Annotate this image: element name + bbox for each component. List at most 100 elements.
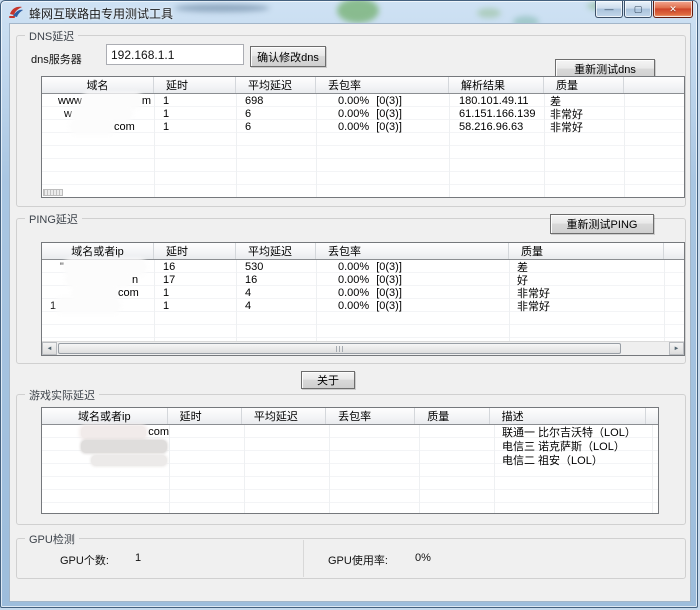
game-col-domain[interactable]: 域名或者ip <box>42 408 168 424</box>
gpu-group-label: GPU检测 <box>25 531 79 547</box>
close-button[interactable]: ✕ <box>653 1 693 18</box>
desc-cell: 电信三 诺克萨斯（LOL） <box>502 441 625 453</box>
dns-server-input[interactable] <box>106 44 244 65</box>
avg-cell: 698 <box>245 94 264 107</box>
domain-cell: " <box>42 260 154 273</box>
loss-cell: 0.00% [0(3)] <box>338 120 402 133</box>
game-table-header: 域名或者ip 延时 平均延迟 丢包率 质量 描述 <box>42 408 658 425</box>
loss-cell <box>329 453 419 467</box>
delay-cell: 1 <box>163 120 170 133</box>
maximize-button[interactable]: ▢ <box>624 1 652 18</box>
dns-col-quality[interactable]: 质量 <box>544 77 624 93</box>
game-col-avg[interactable]: 平均延迟 <box>242 408 327 424</box>
quality-cell: 差 <box>517 261 528 274</box>
gpu-count-label: GPU个数: <box>60 555 109 567</box>
ping-col-filler <box>664 243 684 259</box>
quality-cell: 非常好 <box>517 300 550 313</box>
about-button[interactable]: 关于 <box>301 371 355 389</box>
ping-table: 域名或者ip 延时 平均延迟 丢包率 质量 " 16 530 0.00% [0(… <box>41 242 685 356</box>
domain-cell: com <box>42 286 154 299</box>
redaction-blur <box>58 300 119 311</box>
dns-table-row[interactable]: www m 1 698 0.00% [0(3)] 180.101.49.11 差 <box>42 94 684 108</box>
quality-cell: 非常好 <box>550 121 583 134</box>
game-table: 域名或者ip 延时 平均延迟 丢包率 质量 描述 com 联通一 比尔吉沃特（L… <box>41 407 659 514</box>
redaction-blur <box>68 274 130 285</box>
horizontal-scrollbar[interactable]: ◄ ► <box>42 341 684 355</box>
retest-ping-button[interactable]: 重新测试PING <box>550 214 654 234</box>
loss-cell <box>329 425 419 439</box>
dns-group-label: DNS延迟 <box>25 28 79 44</box>
delay-cell: 16 <box>163 260 176 273</box>
quality-cell <box>419 425 494 439</box>
title-bar[interactable]: 蜂网互联路由专用测试工具 — ▢ ✕ <box>1 1 697 28</box>
ping-table-row[interactable]: n 17 16 0.00% [0(3)] 好 <box>42 273 684 287</box>
ping-col-delay[interactable]: 延时 <box>154 243 236 259</box>
close-icon: ✕ <box>669 3 677 14</box>
game-col-delay[interactable]: 延时 <box>168 408 242 424</box>
avg-cell: 4 <box>245 286 252 299</box>
domain-cell: n <box>42 273 154 286</box>
confirm-dns-button[interactable]: 确认修改dns <box>250 46 326 67</box>
delay-cell <box>169 453 244 467</box>
window-controls: — ▢ ✕ <box>594 1 693 18</box>
game-col-quality[interactable]: 质量 <box>415 408 490 424</box>
minimize-button[interactable]: — <box>595 1 623 18</box>
game-table-row[interactable]: 电信二 祖安（LOL） <box>42 453 658 467</box>
game-col-loss[interactable]: 丢包率 <box>326 408 416 424</box>
domain-cell <box>42 453 169 467</box>
dns-col-domain[interactable]: 域名 <box>42 77 154 93</box>
titlebar-blur-artifact <box>337 1 379 23</box>
avg-cell <box>244 453 329 467</box>
ping-table-header: 域名或者ip 延时 平均延迟 丢包率 质量 <box>42 243 684 260</box>
ping-col-quality[interactable]: 质量 <box>509 243 664 259</box>
loss-cell: 0.00% [0(3)] <box>338 299 402 312</box>
ping-table-row[interactable]: 1 1 4 0.00% [0(3)] 非常好 <box>42 299 684 313</box>
redaction-blur <box>91 454 167 466</box>
domain-cell: w <box>42 107 154 120</box>
result-cell: 61.151.166.139 <box>459 107 536 120</box>
dns-col-delay[interactable]: 延时 <box>154 77 236 93</box>
dns-col-avg[interactable]: 平均延迟 <box>236 77 316 93</box>
game-group-label: 游戏实际延迟 <box>25 387 99 403</box>
loss-cell: 0.00% [0(3)] <box>338 260 402 273</box>
avg-cell: 6 <box>245 107 252 120</box>
game-table-row[interactable]: 电信三 诺克萨斯（LOL） <box>42 439 658 453</box>
dns-col-loss[interactable]: 丢包率 <box>316 77 449 93</box>
game-section: 游戏实际延迟 域名或者ip 延时 平均延迟 丢包率 质量 描述 com 联通一 … <box>16 387 686 525</box>
ping-col-avg[interactable]: 平均延迟 <box>236 243 316 259</box>
minimize-icon: — <box>604 3 614 14</box>
game-col-desc[interactable]: 描述 <box>490 408 646 424</box>
domain-cell <box>42 439 169 453</box>
desc-cell: 电信二 祖安（LOL） <box>502 455 603 467</box>
domain-cell: 1 <box>42 299 154 312</box>
redaction-blur <box>72 121 112 132</box>
game-table-row[interactable]: com 联通一 比尔吉沃特（LOL） <box>42 425 658 439</box>
dns-table-row[interactable]: w 1 6 0.00% [0(3)] 61.151.166.139 非常好 <box>42 107 684 121</box>
delay-cell <box>169 439 244 453</box>
gpu-usage-value: 0% <box>415 552 431 564</box>
result-cell: 58.216.96.63 <box>459 120 524 133</box>
dns-col-result[interactable]: 解析结果 <box>449 77 544 93</box>
ping-col-domain[interactable]: 域名或者ip <box>42 243 154 259</box>
ping-group-label: PING延迟 <box>25 211 82 227</box>
ping-table-row[interactable]: com 1 4 0.00% [0(3)] 非常好 <box>42 286 684 300</box>
dns-table-row[interactable]: com 1 6 0.00% [0(3)] 58.216.96.63 非常好 <box>42 120 684 134</box>
delay-cell <box>169 425 244 439</box>
titlebar-blur-artifact <box>174 4 270 12</box>
scrollbar-thumb[interactable] <box>58 343 621 354</box>
gpu-section-divider <box>303 540 304 577</box>
ping-section: PING延迟 重新测试PING 域名或者ip 延时 平均延迟 丢包率 质量 " … <box>16 211 686 364</box>
game-table-body: com 联通一 比尔吉沃特（LOL） 电信三 诺克萨斯（LOL） 电信二 祖安（… <box>42 425 658 513</box>
dns-server-label: dns服务器 <box>31 54 82 66</box>
ping-table-body: " 16 530 0.00% [0(3)] 差 n 17 16 0.00% [0(3… <box>42 260 684 342</box>
desc-cell: 联通一 比尔吉沃特（LOL） <box>502 427 636 439</box>
ping-col-loss[interactable]: 丢包率 <box>316 243 509 259</box>
redaction-blur <box>83 95 140 106</box>
dns-table-header: 域名 延时 平均延迟 丢包率 解析结果 质量 <box>42 77 684 94</box>
ping-table-row[interactable]: " 16 530 0.00% [0(3)] 差 <box>42 260 684 274</box>
hscrollbar-fragment[interactable] <box>43 189 63 196</box>
loss-cell: 0.00% [0(3)] <box>338 107 402 120</box>
scroll-right-button[interactable]: ► <box>669 342 684 355</box>
redaction-blur <box>81 439 167 453</box>
scroll-left-button[interactable]: ◄ <box>42 342 57 355</box>
